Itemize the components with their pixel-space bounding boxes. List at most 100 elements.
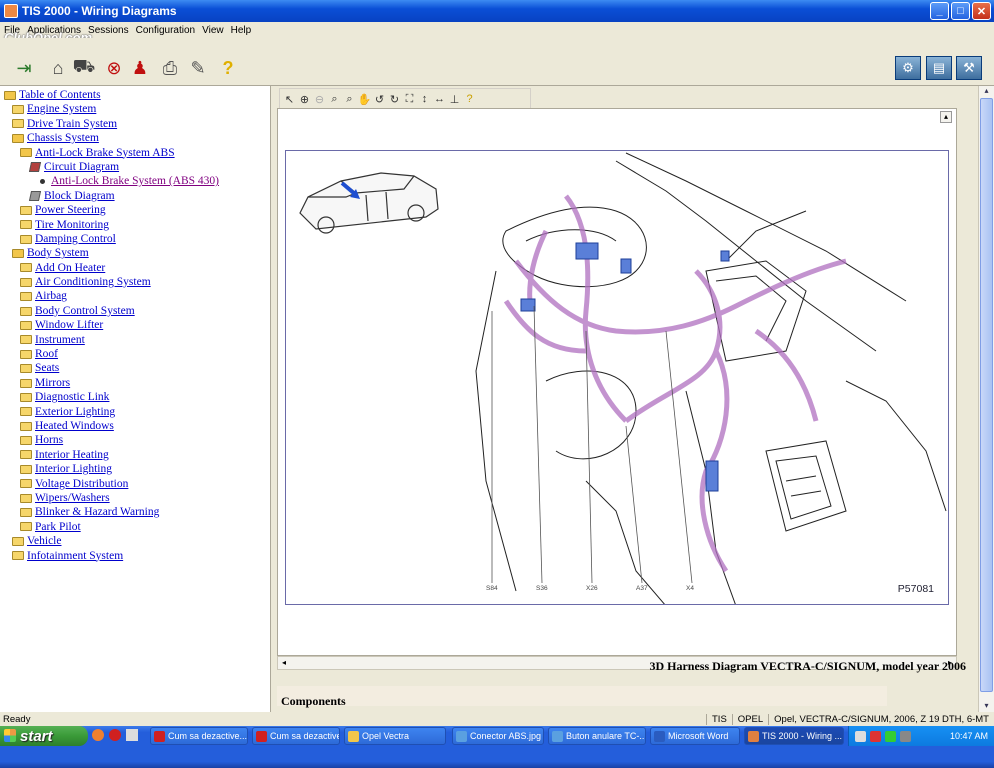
opera-icon[interactable] bbox=[109, 729, 121, 741]
tree-item[interactable]: Tire Monitoring bbox=[0, 218, 270, 232]
tree-item[interactable]: Interior Lighting bbox=[0, 462, 270, 476]
tree-item[interactable]: Drive Train System bbox=[0, 117, 270, 131]
tree-item-label: Mirrors bbox=[35, 376, 71, 389]
wiring-harness bbox=[503, 194, 847, 573]
zoom-window-icon[interactable]: ⌕ bbox=[343, 92, 356, 107]
harness-diagram-svg bbox=[299, 152, 947, 604]
close-button[interactable]: ✕ bbox=[972, 2, 991, 20]
tree-item[interactable]: Seats bbox=[0, 361, 270, 375]
tree-item[interactable]: Vehicle bbox=[0, 534, 270, 548]
opera-icon bbox=[256, 730, 267, 742]
fit-all-icon[interactable]: ⛶ bbox=[403, 92, 416, 107]
tree-item[interactable]: Airbag bbox=[0, 289, 270, 303]
window-title-bar[interactable]: TIS 2000 - Wiring Diagrams _ □ ✕ bbox=[0, 0, 994, 22]
fit-width-icon[interactable]: ↔ bbox=[433, 92, 446, 107]
tree-item-label: Drive Train System bbox=[27, 117, 118, 130]
scroll-left-button[interactable]: ◂ bbox=[279, 658, 289, 668]
pan-hand-icon[interactable]: ✋ bbox=[358, 92, 372, 107]
tree-item[interactable]: Engine System bbox=[0, 102, 270, 116]
tree-item[interactable]: Wipers/Washers bbox=[0, 491, 270, 505]
tree-item[interactable]: Chassis System bbox=[0, 131, 270, 145]
repair-icon[interactable]: ⚒ bbox=[956, 56, 982, 80]
desktop-icon[interactable] bbox=[126, 729, 138, 741]
tree-item[interactable]: Anti-Lock Brake System ABS bbox=[0, 146, 270, 160]
tree-item-label: Infotainment System bbox=[27, 549, 124, 562]
menu-view[interactable]: View bbox=[202, 25, 224, 36]
scroll-up-button[interactable]: ▴ bbox=[940, 111, 952, 123]
tree-item[interactable]: Window Lifter bbox=[0, 318, 270, 332]
maximize-button[interactable]: □ bbox=[951, 2, 970, 20]
taskbar-button[interactable]: Microsoft Word bbox=[650, 727, 740, 745]
print-icon[interactable]: ⎙ bbox=[158, 56, 182, 80]
vehicle-data-icon[interactable]: ▤ bbox=[926, 56, 952, 80]
tree-item[interactable]: Blinker & Hazard Warning bbox=[0, 505, 270, 519]
scroll-down-arrow[interactable]: ▾ bbox=[980, 701, 993, 712]
help-icon[interactable]: ? bbox=[216, 56, 240, 80]
tools-icon[interactable]: ✎ bbox=[186, 56, 210, 80]
harness-drawing[interactable]: S84 S36 X26 A37 X4 P57081 bbox=[285, 150, 949, 605]
minimize-button[interactable]: _ bbox=[930, 2, 949, 20]
tree-item[interactable]: Table of Contents bbox=[0, 88, 270, 102]
tree-item-label: Add On Heater bbox=[35, 261, 106, 274]
tree-item[interactable]: Anti-Lock Brake System (ABS 430) bbox=[0, 174, 270, 188]
vehicle-icon[interactable]: ⛟ bbox=[72, 56, 96, 80]
tree-item[interactable]: Exterior Lighting bbox=[0, 405, 270, 419]
window-title: TIS 2000 - Wiring Diagrams bbox=[22, 4, 177, 18]
tree-item[interactable]: Power Steering bbox=[0, 203, 270, 217]
tree-item-label: Table of Contents bbox=[19, 89, 101, 101]
rotate-left-icon[interactable]: ↺ bbox=[373, 92, 386, 107]
menu-help[interactable]: Help bbox=[231, 25, 252, 36]
tree-item[interactable]: Voltage Distribution bbox=[0, 477, 270, 491]
exit-door-icon[interactable]: ⇥ bbox=[12, 56, 36, 80]
tree-item[interactable]: Air Conditioning System bbox=[0, 275, 270, 289]
help-icon[interactable]: ? bbox=[463, 92, 476, 107]
rotate-right-icon[interactable]: ↻ bbox=[388, 92, 401, 107]
tray-icon[interactable] bbox=[885, 730, 896, 742]
taskbar-button[interactable]: Cum sa dezactive... bbox=[252, 727, 340, 745]
tree-item[interactable]: Diagnostic Link bbox=[0, 390, 270, 404]
tree-item[interactable]: Infotainment System bbox=[0, 549, 270, 563]
tray-icon[interactable] bbox=[870, 730, 881, 742]
volume-icon[interactable] bbox=[900, 730, 911, 742]
tree-item[interactable]: Circuit Diagram bbox=[0, 160, 270, 174]
zoom-area-icon[interactable]: ⌕ bbox=[328, 92, 341, 107]
menu-configuration[interactable]: Configuration bbox=[136, 25, 195, 36]
taskbar-button-label: Cum sa dezactive... bbox=[270, 731, 339, 741]
taskbar-button-label: Cum sa dezactive... bbox=[168, 731, 248, 741]
taskbar-button[interactable]: Cum sa dezactive... bbox=[150, 727, 248, 745]
stop-icon[interactable]: ⊗ bbox=[102, 56, 126, 80]
tree-item[interactable]: Mirrors bbox=[0, 376, 270, 390]
taskbar-button[interactable]: Conector ABS.jpg ... bbox=[452, 727, 544, 745]
zoom-out-icon[interactable]: ⊖ bbox=[313, 92, 326, 107]
zoom-in-icon[interactable]: ⊕ bbox=[298, 92, 311, 107]
tray-icon[interactable] bbox=[855, 730, 866, 742]
tree-item[interactable]: Park Pilot bbox=[0, 520, 270, 534]
diagnostic-tool-icon[interactable]: ⚙ bbox=[895, 56, 921, 80]
tree-item[interactable]: Heated Windows bbox=[0, 419, 270, 433]
taskbar-button[interactable]: TIS 2000 - Wiring ... bbox=[744, 727, 844, 745]
scroll-thumb[interactable] bbox=[980, 98, 993, 692]
browser-icon[interactable] bbox=[92, 729, 104, 741]
tree-item[interactable]: Body System bbox=[0, 246, 270, 260]
menu-sessions[interactable]: Sessions bbox=[88, 25, 129, 36]
tree-item[interactable]: Instrument bbox=[0, 333, 270, 347]
taskbar-button[interactable]: Buton anulare TC-... bbox=[548, 727, 646, 745]
tree-item[interactable]: Body Control System bbox=[0, 304, 270, 318]
tree-item[interactable]: Damping Control bbox=[0, 232, 270, 246]
start-button[interactable]: start bbox=[0, 726, 88, 746]
taskbar-button[interactable]: Opel Vectra bbox=[344, 727, 446, 745]
viewer-toolbar: ↖ ⊕ ⊖ ⌕ ⌕ ✋ ↺ ↻ ⛶ ↕ ↔ ⊥ ? bbox=[279, 88, 531, 110]
vertical-scrollbar[interactable]: ▴ ▾ bbox=[978, 86, 994, 712]
tree-item[interactable]: Roof bbox=[0, 347, 270, 361]
folder-icon bbox=[348, 730, 359, 742]
tree-item[interactable]: Interior Heating bbox=[0, 448, 270, 462]
tree-item[interactable]: Horns bbox=[0, 433, 270, 447]
scroll-up-arrow[interactable]: ▴ bbox=[980, 86, 993, 97]
tree-item[interactable]: Block Diagram bbox=[0, 189, 270, 203]
tree-item[interactable]: Add On Heater bbox=[0, 261, 270, 275]
person-icon[interactable]: ♟ bbox=[128, 56, 152, 80]
home-icon[interactable]: ⌂ bbox=[46, 56, 70, 80]
select-arrow-icon[interactable]: ↖ bbox=[283, 92, 296, 107]
measure-icon[interactable]: ⊥ bbox=[448, 92, 461, 107]
fit-height-icon[interactable]: ↕ bbox=[418, 92, 431, 107]
